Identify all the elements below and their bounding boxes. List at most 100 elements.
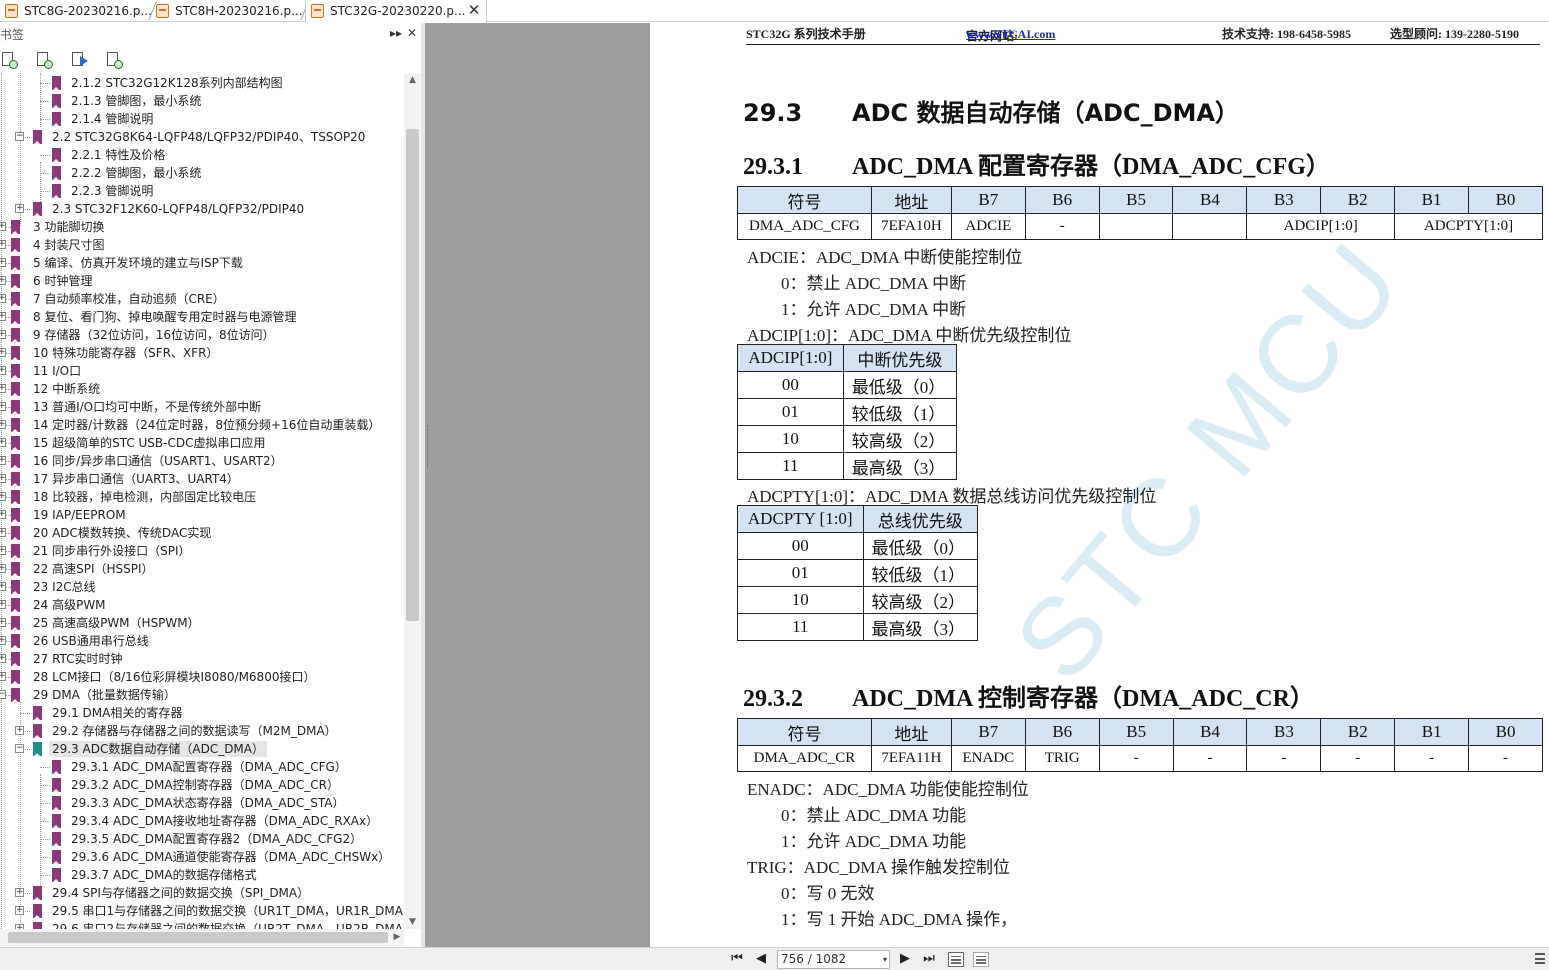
fit-width-icon[interactable] [973,952,989,967]
expand-icon[interactable]: + [15,888,24,897]
bookmark-vertical-scrollbar[interactable]: ▲ ▼ [404,73,421,929]
bookmark-item[interactable]: +24 高级PWM [0,596,404,614]
close-tab-icon[interactable]: ✕ [466,2,482,18]
close-pane-icon[interactable]: ✕ [404,24,420,42]
expand-icon[interactable]: + [0,492,6,501]
bookmark-item[interactable]: +22 高速SPI（HSSPI） [0,560,404,578]
bookmark-item[interactable]: − 29 DMA（批量数据传输） [0,686,404,704]
collapse-icon[interactable]: − [15,744,24,753]
bookmark-item[interactable]: +12 中断系统 [0,380,404,398]
bookmark-item[interactable]: 29.3.1 ADC_DMA配置寄存器（DMA_ADC_CFG） [0,758,404,776]
expand-icon[interactable]: + [0,618,6,627]
expand-icon[interactable]: + [0,222,6,231]
expand-icon[interactable]: + [0,276,6,285]
expand-icon[interactable]: + [0,600,6,609]
expand-icon[interactable]: + [15,204,24,213]
last-page-icon[interactable]: ⏭ [920,951,938,967]
first-page-icon[interactable]: ⏮ [728,951,746,967]
collapse-icon[interactable]: − [0,690,6,699]
bookmark-item[interactable]: 29.3.7 ADC_DMA的数据存储格式 [0,866,404,884]
fit-page-icon[interactable] [948,952,964,967]
bookmark-item[interactable]: +27 RTC实时时钟 [0,650,404,668]
expand-icon[interactable]: + [0,546,6,555]
bookmark-item[interactable]: 2.1.3 管脚图，最小系统 [0,92,404,110]
expand-icon[interactable]: + [0,474,6,483]
site-link[interactable]: www.STCAI.com [966,27,1055,42]
prev-page-icon[interactable]: ◀ [752,951,770,967]
bookmark-item[interactable]: +29.5 串口1与存储器之间的数据交换（UR1T_DMA，UR1R_DMA） [0,902,404,920]
expand-pane-icon[interactable]: ▸▸ [388,24,404,42]
bookmark-item[interactable]: +7 自动频率校准，自动追频（CRE） [0,290,404,308]
page-number-input[interactable]: 756 / 1082 ▾ [777,950,890,969]
bookmark-item[interactable]: +20 ADC模数转换、传统DAC实现 [0,524,404,542]
collapse-icon[interactable]: − [15,132,24,141]
find-bookmark-icon[interactable] [105,51,123,69]
bookmark-item[interactable]: +25 高速高级PWM（HSPWM） [0,614,404,632]
expand-icon[interactable]: + [0,672,6,681]
expand-icon[interactable]: + [0,294,6,303]
bookmark-item[interactable]: 29.1 DMA相关的寄存器 [0,704,404,722]
scroll-up-icon[interactable]: ▲ [404,73,421,87]
add-bookmark-icon[interactable] [35,51,53,69]
scroll-thumb[interactable] [8,932,388,943]
bookmark-item[interactable]: +28 LCM接口（8/16位彩屏模块I8080/M6800接口） [0,668,404,686]
expand-icon[interactable]: + [0,258,6,267]
expand-icon[interactable]: + [0,348,6,357]
scroll-down-icon[interactable]: ▼ [404,915,421,929]
menu-icon[interactable] [1535,953,1545,964]
bookmark-item[interactable]: +4 封装尺寸图 [0,236,404,254]
bookmark-item[interactable]: 2.2.2 管脚图，最小系统 [0,164,404,182]
bookmark-item[interactable]: 29.3.6 ADC_DMA通道使能寄存器（DMA_ADC_CHSWx） [0,848,404,866]
expand-icon[interactable]: + [0,366,6,375]
bookmark-item[interactable]: +10 特殊功能寄存器（SFR、XFR） [0,344,404,362]
bookmark-item[interactable]: +16 同步/异步串口通信（USART1、USART2） [0,452,404,470]
bookmark-item[interactable]: +6 时钟管理 [0,272,404,290]
bookmark-item[interactable]: +29.2 存储器与存储器之间的数据读写（M2M_DMA） [0,722,404,740]
expand-icon[interactable]: + [0,654,6,663]
expand-icon[interactable]: + [15,726,24,735]
bookmark-item[interactable]: +13 普通I/O口均可中断，不是传统外部中断 [0,398,404,416]
bookmark-item[interactable]: +17 异步串口通信（UART3、UART4） [0,470,404,488]
expand-icon[interactable]: + [0,384,6,393]
bookmark-item[interactable]: 2.1.2 STC32G12K128系列内部结构图 [0,74,404,92]
expand-icon[interactable]: + [0,438,6,447]
bookmark-item[interactable]: − 29.3 ADC数据自动存储（ADC_DMA） [0,740,404,758]
bookmark-item[interactable]: +9 存储器（32位访问，16位访问，8位访问） [0,326,404,344]
bookmark-item[interactable]: +11 I/O口 [0,362,404,380]
scroll-thumb[interactable] [406,129,419,621]
expand-icon[interactable]: + [0,420,6,429]
expand-icon[interactable]: + [0,528,6,537]
bookmark-item[interactable]: +14 定时器/计数器（24位定时器，8位预分频+16位自动重装载） [0,416,404,434]
expand-icon[interactable]: + [0,636,6,645]
bookmark-item[interactable]: +18 比较器，掉电检测，内部固定比较电压 [0,488,404,506]
scroll-right-icon[interactable]: ▶ [390,929,404,946]
bookmark-item[interactable]: 2.1.4 管脚说明 [0,110,404,128]
tab-stc8h[interactable]: STC8H-20230216.p... [151,0,303,22]
bookmark-item[interactable]: 29.3.2 ADC_DMA控制寄存器（DMA_ADC_CR） [0,776,404,794]
bookmark-item[interactable]: 29.3.4 ADC_DMA接收地址寄存器（DMA_ADC_RXAx） [0,812,404,830]
expand-icon[interactable]: + [0,330,6,339]
chevron-down-icon[interactable]: ▾ [883,951,887,968]
expand-icon[interactable]: + [0,510,6,519]
expand-icon[interactable]: + [0,582,6,591]
tab-stc8g[interactable]: STC8G-20230216.p... [0,0,152,22]
next-page-icon[interactable]: ▶ [896,951,914,967]
tab-stc32g-active[interactable]: STC32G-20230220.p... ✕ [305,0,487,23]
bookmark-item[interactable]: +3 功能脚切换 [0,218,404,236]
bookmark-item[interactable]: 29.3.5 ADC_DMA配置寄存器2（DMA_ADC_CFG2） [0,830,404,848]
bookmark-item[interactable]: 2.2.1 特性及价格 [0,146,404,164]
bookmark-item[interactable]: +29.4 SPI与存储器之间的数据交换（SPI_DMA） [0,884,404,902]
bookmark-item[interactable]: − 2.2 STC32G8K64-LQFP48/LQFP32/PDIP40、TSS… [0,128,404,146]
bookmark-item[interactable]: +26 USB通用串行总线 [0,632,404,650]
bookmark-item[interactable]: +2.3 STC32F12K60-LQFP48/LQFP32/PDIP40 [0,200,404,218]
splitter-grip[interactable] [427,425,429,467]
bookmark-item[interactable]: +21 同步串行外设接口（SPI） [0,542,404,560]
bookmark-options-icon[interactable] [0,51,18,69]
bookmark-horizontal-scrollbar[interactable]: ▶ [0,929,404,946]
bookmark-item[interactable]: +8 复位、看门狗、掉电唤醒专用定时器与电源管理 [0,308,404,326]
bookmark-item[interactable]: +23 I2C总线 [0,578,404,596]
bookmark-item[interactable]: +5 编译、仿真开发环境的建立与ISP下载 [0,254,404,272]
bookmark-item[interactable]: +15 超级简单的STC USB-CDC虚拟串口应用 [0,434,404,452]
bookmark-item[interactable]: 2.2.3 管脚说明 [0,182,404,200]
bookmark-item[interactable]: +19 IAP/EEPROM [0,506,404,524]
